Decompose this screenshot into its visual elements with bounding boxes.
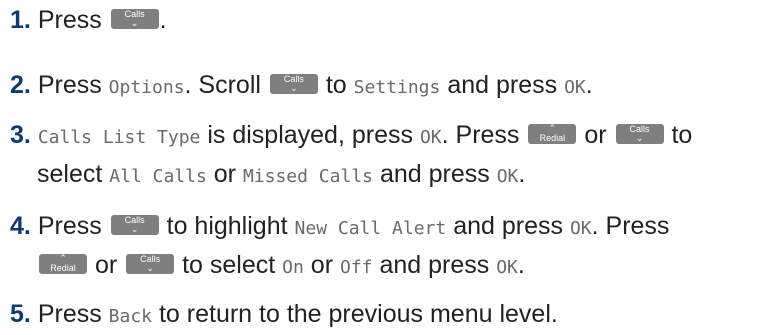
lcd-text-ok: OK [496, 166, 519, 187]
lcd-text-calls-list-type: Calls List Type [37, 127, 201, 148]
chevron-down-icon: ⌄ [130, 18, 139, 29]
chevron-down-icon: ⌄ [635, 133, 644, 144]
lcd-text-missed-calls: Missed Calls [242, 166, 373, 187]
chevron-up-icon: ⌃ [59, 253, 67, 264]
lcd-text-off: Off [339, 257, 373, 278]
lcd-text-all-calls: All Calls [109, 166, 207, 187]
step-3: 3. Calls List Type is displayed, press O… [10, 121, 693, 188]
redial-key-icon: ⌃ Redial [528, 123, 577, 145]
step-text: Press [37, 6, 102, 34]
step-number: 5. [10, 300, 31, 328]
lcd-text-ok: OK [496, 257, 518, 278]
redial-key-icon: ⌃ Redial [39, 253, 87, 275]
lcd-text-back: Back [108, 306, 153, 327]
step-number: 1. [10, 6, 31, 34]
lcd-text-on: On [282, 257, 304, 278]
step-number: 3. [10, 121, 31, 149]
lcd-text-ok: OK [569, 218, 592, 239]
calls-key-icon: Calls ⌄ [126, 254, 175, 275]
calls-key-icon: Calls ⌄ [269, 74, 318, 95]
lcd-text-options: Options [108, 77, 185, 98]
lcd-text-ok: OK [419, 127, 442, 148]
lcd-text-settings: Settings [353, 77, 441, 98]
lcd-text-new-call-alert: New Call Alert [294, 218, 447, 239]
lcd-text-ok: OK [564, 77, 586, 98]
chevron-down-icon: ⌄ [290, 83, 298, 94]
step-number: 2. [10, 71, 31, 99]
calls-key-icon: Calls ⌄ [110, 9, 159, 30]
step-1: 1. Press Calls ⌄. [10, 6, 167, 34]
step-5: 5. Press Back to return to the previous … [10, 300, 558, 328]
chevron-up-icon: ⌃ [548, 123, 557, 134]
step-2: 2. Press Options. Scroll Calls ⌄ to Setti… [10, 71, 593, 99]
calls-key-icon: Calls ⌄ [615, 124, 664, 145]
step-4: 4. Press Calls ⌄ to highlight New Call Al… [10, 212, 670, 279]
chevron-down-icon: ⌄ [146, 263, 154, 274]
step-number: 4. [10, 212, 31, 240]
calls-key-icon: Calls ⌄ [110, 215, 159, 236]
chevron-down-icon: ⌄ [130, 224, 139, 235]
